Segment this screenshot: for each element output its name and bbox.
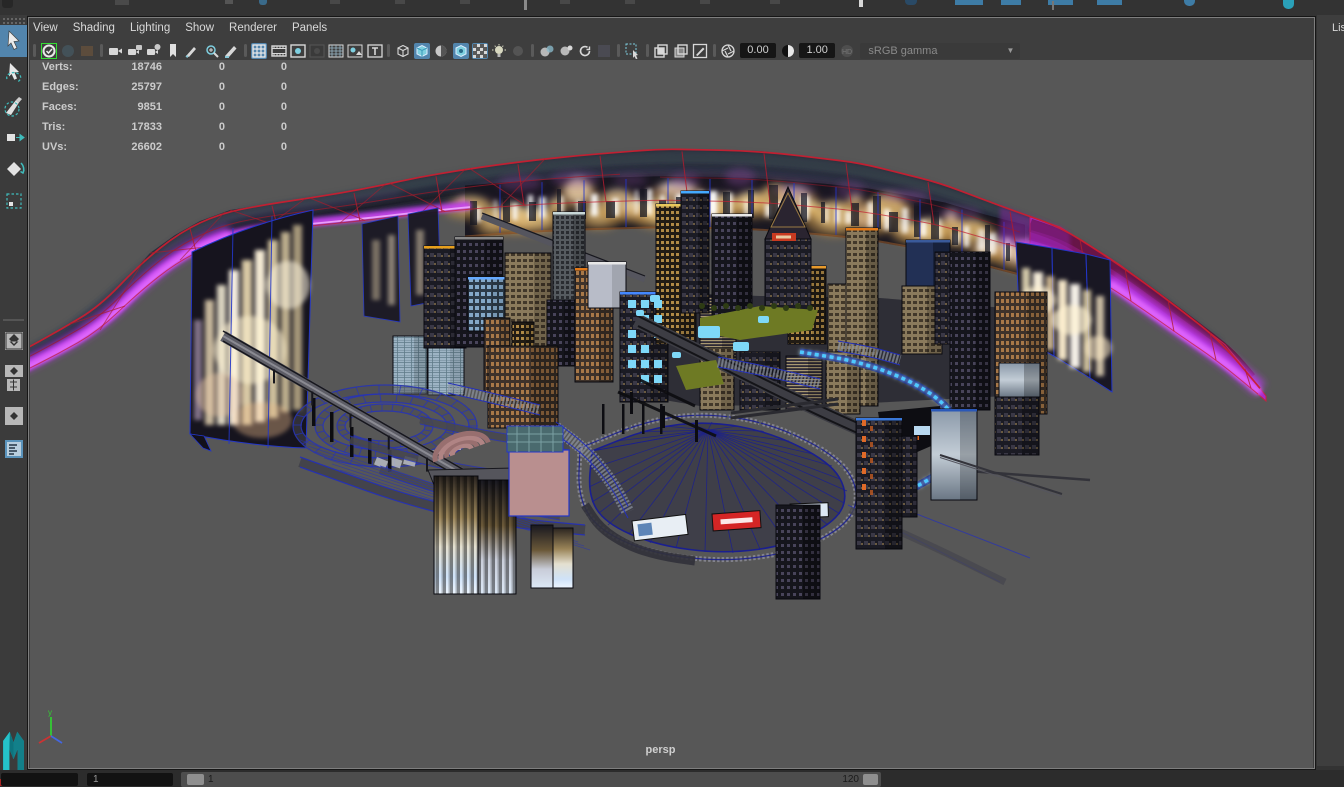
svg-text:y: y xyxy=(48,708,52,717)
svg-text:HD: HD xyxy=(842,49,852,56)
